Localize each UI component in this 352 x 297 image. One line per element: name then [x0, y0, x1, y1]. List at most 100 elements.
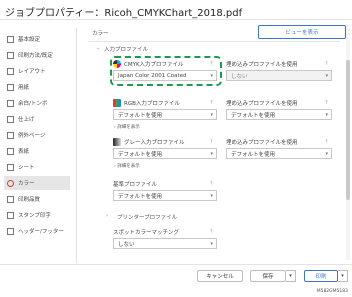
sidebar-item-print-method[interactable]: 印刷方法/既定: [4, 48, 70, 62]
printer-profile-heading: プリンタープロファイル: [117, 215, 178, 221]
window-title: ジョブプロパティー：Ricoh_CMYKChart_2018.pdf: [5, 8, 243, 19]
footer-divider: [0, 264, 352, 265]
rgb-show-details-link[interactable]: › 詳細を表示: [114, 124, 140, 130]
sidebar-item-label: 印刷品質: [18, 197, 41, 203]
sidebar-item-cover[interactable]: 表紙: [4, 144, 70, 158]
print-dropdown-button[interactable]: ▾: [338, 270, 348, 282]
gray-profile-select[interactable]: デフォルトを使用 ▾: [113, 148, 217, 159]
chevron-down-icon: ▾: [210, 193, 213, 199]
rgb-embedded-label: 埋め込みプロファイルを使用: [226, 101, 298, 107]
basic-profile-label-row: 基準プロファイル: [113, 180, 157, 188]
sidebar-item-quality[interactable]: 印刷品質: [4, 192, 70, 206]
sidebar-divider: [76, 28, 77, 263]
sidebar-item-label: レイアウト: [18, 69, 46, 75]
gray-profile-label: グレー入力プロファイル: [124, 140, 185, 146]
title-bar: ジョブプロパティー：Ricoh_CMYKChart_2018.pdf: [0, 0, 352, 20]
reference-code: M582GM5183: [316, 289, 348, 294]
chevron-down-icon: ▾: [210, 112, 213, 118]
print-button[interactable]: 印刷: [304, 270, 338, 282]
sidebar-item-stamp[interactable]: スタンプ印字: [4, 208, 70, 222]
basic-settings-icon: [7, 35, 14, 43]
sidebar-item-header-footer[interactable]: ヘッダー/フッター: [4, 224, 70, 238]
save-dropdown-button[interactable]: ▾: [286, 270, 296, 282]
cmyk-embedded-label-row: 埋め込みプロファイルを使用: [226, 60, 298, 68]
input-profile-heading: 入力プロファイル: [104, 47, 149, 53]
section-divider: [88, 41, 340, 42]
rgb-profile-select[interactable]: デフォルトを使用 ▾: [113, 109, 217, 120]
stamp-icon: [7, 211, 14, 219]
chevron-down-icon: ▾: [210, 151, 213, 157]
help-icon[interactable]: ?: [210, 181, 213, 187]
cmyk-embedded-value: しない: [231, 73, 248, 80]
scrollbar-thumb[interactable]: [346, 60, 350, 200]
cancel-button[interactable]: キャンセル: [197, 270, 243, 282]
spot-color-value: しない: [118, 241, 135, 248]
sidebar-item-basic[interactable]: 基本設定: [4, 32, 70, 46]
job-properties-window: ジョブプロパティー：Ricoh_CMYKChart_2018.pdf 基本設定 …: [0, 0, 352, 297]
spot-label-row: スポットカラーマッチング: [113, 228, 179, 236]
help-icon[interactable]: ?: [325, 139, 328, 145]
basic-profile-label: 基準プロファイル: [113, 182, 158, 188]
basic-profile-select[interactable]: デフォルトを使用 ▾: [113, 190, 217, 201]
print-quality-icon: [7, 195, 14, 203]
show-preview-button[interactable]: ビューを表示: [258, 25, 346, 39]
chevron-right-icon[interactable]: ›: [106, 213, 108, 219]
sidebar-item-label: 基本設定: [18, 37, 41, 43]
sidebar-item-sheet[interactable]: シート: [4, 160, 70, 174]
gray-embedded-select[interactable]: デフォルトを使用 ▾: [226, 148, 332, 159]
sidebar-item-label: 用紙: [18, 85, 30, 91]
cmyk-embedded-label: 埋め込みプロファイルを使用: [226, 62, 298, 68]
sidebar-item-label: ヘッダー/フッター: [18, 229, 64, 235]
paper-icon: [7, 83, 14, 91]
layout-icon: [7, 67, 14, 75]
chevron-down-icon: ▾: [325, 151, 328, 157]
sidebar-item-label: シート: [18, 165, 35, 171]
chevron-down-icon: ▾: [325, 73, 328, 79]
gray-show-details-link[interactable]: › 詳細を表示: [114, 163, 140, 169]
color-icon: [7, 179, 14, 187]
sidebar-item-label: スタンプ印字: [18, 213, 51, 219]
sidebar-item-finish[interactable]: 仕上げ: [4, 112, 70, 126]
sidebar-item-label: 仕上げ: [18, 117, 35, 123]
cover-icon: [7, 147, 14, 155]
gray-embedded-label: 埋め込みプロファイルを使用: [226, 140, 298, 146]
help-icon[interactable]: ?: [325, 61, 328, 67]
highlight-callout: [110, 56, 222, 86]
help-icon[interactable]: ?: [325, 100, 328, 106]
spot-color-select[interactable]: しない ▾: [113, 238, 217, 249]
sidebar-item-label: 余白/トンボ: [18, 101, 48, 107]
rgb-profile-value: デフォルトを使用: [118, 112, 163, 119]
sheet-icon: [7, 163, 14, 171]
rgb-embedded-label-row: 埋め込みプロファイルを使用: [226, 99, 298, 107]
print-method-icon: [7, 51, 14, 59]
gray-label-row: グレー入力プロファイル: [113, 138, 185, 146]
gray-profile-value: デフォルトを使用: [118, 151, 163, 158]
spot-color-label: スポットカラーマッチング: [113, 230, 180, 236]
rgb-embedded-select[interactable]: デフォルトを使用 ▾: [226, 109, 332, 120]
margin-icon: [7, 99, 14, 107]
help-icon[interactable]: ?: [210, 139, 213, 145]
gray-embedded-label-row: 埋め込みプロファイルを使用: [226, 138, 298, 146]
sidebar-item-layout[interactable]: レイアウト: [4, 64, 70, 78]
help-icon[interactable]: ?: [210, 100, 213, 106]
save-button[interactable]: 保存: [250, 270, 286, 282]
sidebar-item-color[interactable]: カラー: [4, 176, 70, 190]
sidebar-item-label: 表紙: [18, 149, 30, 155]
gray-icon: [113, 138, 121, 146]
finishing-icon: [7, 115, 14, 123]
rgb-embedded-value: デフォルトを使用: [231, 112, 276, 119]
sidebar-item-label: 例外ページ: [18, 133, 46, 139]
sidebar-item-exception[interactable]: 例外ページ: [4, 128, 70, 142]
basic-profile-value: デフォルトを使用: [118, 193, 163, 200]
help-icon[interactable]: ?: [210, 229, 213, 235]
chevron-down-icon: ▾: [325, 112, 328, 118]
chevron-down-icon[interactable]: ⌄: [96, 45, 100, 51]
header-footer-icon: [7, 227, 14, 235]
sidebar-item-paper[interactable]: 用紙: [4, 80, 70, 94]
rgb-profile-label: RGB入力プロファイル: [124, 101, 180, 107]
cmyk-embedded-select[interactable]: しない ▾: [226, 70, 332, 81]
sidebar: 基本設定 印刷方法/既定 レイアウト 用紙 余白/トンボ 仕上げ 例外ページ 表…: [0, 28, 72, 268]
exception-page-icon: [7, 131, 14, 139]
rgb-show-details-label: 詳細を表示: [117, 125, 140, 130]
sidebar-item-margin[interactable]: 余白/トンボ: [4, 96, 70, 110]
